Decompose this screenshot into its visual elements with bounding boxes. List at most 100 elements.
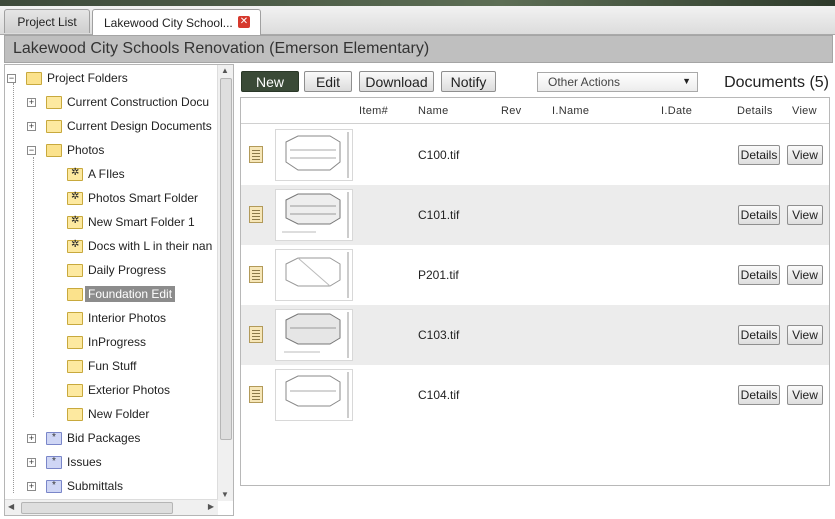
tree-item-foundation-edit[interactable]: Foundation Edit [67, 283, 176, 305]
expand-icon[interactable]: + [27, 481, 36, 491]
view-button[interactable]: View [787, 145, 823, 165]
folder-tree-panel[interactable]: − Project Folders + Current Construction… [4, 64, 234, 516]
tree-item-fun-stuff[interactable]: Fun Stuff [67, 355, 136, 377]
tree-guide [33, 157, 34, 417]
edit-button[interactable]: Edit [304, 71, 352, 92]
tab-project-list[interactable]: Project List [4, 9, 90, 33]
select-value: Other Actions [548, 75, 621, 89]
tree-item-docs-with-l[interactable]: Docs with L in their nan [67, 235, 212, 257]
column-header-name[interactable]: Name [418, 105, 449, 117]
vertical-scrollbar[interactable]: ▲ ▼ [217, 65, 233, 501]
scroll-thumb[interactable] [220, 78, 232, 440]
folder-icon [46, 119, 62, 133]
scroll-down-icon[interactable]: ▼ [221, 490, 229, 499]
expand-icon[interactable]: + [27, 457, 36, 467]
tree-item-exterior-photos[interactable]: Exterior Photos [67, 379, 170, 401]
smart-folder-icon [67, 167, 83, 181]
view-button[interactable]: View [787, 205, 823, 225]
folder-icon [67, 359, 83, 373]
scroll-left-icon[interactable]: ◀ [8, 502, 14, 511]
folder-icon [67, 335, 83, 349]
table-row[interactable]: C103.tif Details View [241, 305, 829, 365]
view-button[interactable]: View [787, 325, 823, 345]
drawing-thumbnail[interactable] [275, 309, 353, 361]
file-name[interactable]: C101.tif [418, 208, 459, 222]
drawing-thumbnail[interactable] [275, 189, 353, 241]
scroll-up-icon[interactable]: ▲ [221, 66, 229, 75]
scroll-thumb[interactable] [21, 502, 173, 514]
tree-item-submittals[interactable]: + Submittals [27, 475, 123, 497]
tree-item-new-folder[interactable]: New Folder [67, 403, 149, 425]
column-header-details[interactable]: Details [737, 105, 773, 117]
tree-item-inprogress[interactable]: InProgress [67, 331, 146, 353]
details-button[interactable]: Details [738, 145, 780, 165]
column-header-iname[interactable]: I.Name [552, 105, 589, 117]
scroll-right-icon[interactable]: ▶ [208, 502, 214, 511]
tree-item-bid-packages[interactable]: + Bid Packages [27, 427, 140, 449]
tab-bar: Project List Lakewood City School... ✕ [0, 6, 835, 35]
folder-open-icon [67, 287, 83, 301]
tree-item-current-construction[interactable]: + Current Construction Docu [27, 91, 209, 113]
folder-icon [67, 263, 83, 277]
folder-icon [46, 95, 62, 109]
file-name[interactable]: P201.tif [418, 268, 459, 282]
drawing-thumbnail[interactable] [275, 369, 353, 421]
column-header-rev[interactable]: Rev [501, 105, 521, 117]
folder-icon [67, 383, 83, 397]
tree-guide [13, 83, 14, 493]
file-name[interactable]: C103.tif [418, 328, 459, 342]
document-icon [249, 386, 263, 403]
file-name[interactable]: C100.tif [418, 148, 459, 162]
expand-icon[interactable]: + [27, 433, 36, 443]
tree-item-interior-photos[interactable]: Interior Photos [67, 307, 166, 329]
view-button[interactable]: View [787, 385, 823, 405]
table-row[interactable]: C101.tif Details View [241, 185, 829, 245]
grid-header: Item# Name Rev I.Name I.Date Details Vie… [241, 98, 829, 124]
documents-grid: Item# Name Rev I.Name I.Date Details Vie… [240, 97, 830, 486]
tree-item-photos[interactable]: − Photos [27, 139, 104, 161]
collapse-icon[interactable]: − [27, 145, 36, 155]
details-button[interactable]: Details [738, 325, 780, 345]
new-button[interactable]: New [241, 71, 299, 92]
view-button[interactable]: View [787, 265, 823, 285]
tab-lakewood[interactable]: Lakewood City School... ✕ [92, 9, 261, 35]
expand-icon[interactable]: + [27, 121, 36, 131]
smart-folder-icon [67, 215, 83, 229]
tree-item-new-smart-folder[interactable]: New Smart Folder 1 [67, 211, 195, 233]
horizontal-scrollbar[interactable]: ◀ ▶ [5, 499, 218, 515]
collapse-icon[interactable]: − [7, 73, 16, 83]
details-button[interactable]: Details [738, 265, 780, 285]
documents-panel: New Edit Download Notify Other Actions ▼… [238, 64, 835, 519]
documents-count: Documents (5) [724, 74, 829, 91]
column-header-item[interactable]: Item# [359, 105, 388, 117]
column-header-idate[interactable]: I.Date [661, 105, 692, 117]
file-name[interactable]: C104.tif [418, 388, 459, 402]
table-row[interactable]: C100.tif Details View [241, 125, 829, 185]
folder-icon [67, 311, 83, 325]
document-icon [249, 326, 263, 343]
document-icon [249, 266, 263, 283]
close-icon[interactable]: ✕ [238, 16, 250, 28]
tree-item-photos-smart-folder[interactable]: Photos Smart Folder [67, 187, 198, 209]
tree-item-daily-progress[interactable]: Daily Progress [67, 259, 166, 281]
smart-folder-icon [67, 191, 83, 205]
folder-open-icon [46, 143, 62, 157]
column-header-view[interactable]: View [792, 105, 817, 117]
special-folder-icon [46, 479, 62, 493]
table-row[interactable]: C104.tif Details View [241, 365, 829, 425]
drawing-thumbnail[interactable] [275, 129, 353, 181]
project-title-bar: Lakewood City Schools Renovation (Emerso… [4, 35, 833, 63]
tree-item-a-files[interactable]: A FIles [67, 163, 125, 185]
table-row[interactable]: P201.tif Details View [241, 245, 829, 305]
details-button[interactable]: Details [738, 385, 780, 405]
dropdown-arrow-icon: ▼ [682, 76, 691, 86]
download-button[interactable]: Download [359, 71, 434, 92]
details-button[interactable]: Details [738, 205, 780, 225]
tree-item-current-design[interactable]: + Current Design Documents [27, 115, 212, 137]
tree-item-project-folders[interactable]: − Project Folders [7, 67, 128, 89]
expand-icon[interactable]: + [27, 97, 36, 107]
other-actions-select[interactable]: Other Actions ▼ [537, 72, 698, 92]
notify-button[interactable]: Notify [441, 71, 496, 92]
tree-item-issues[interactable]: + Issues [27, 451, 102, 473]
drawing-thumbnail[interactable] [275, 249, 353, 301]
